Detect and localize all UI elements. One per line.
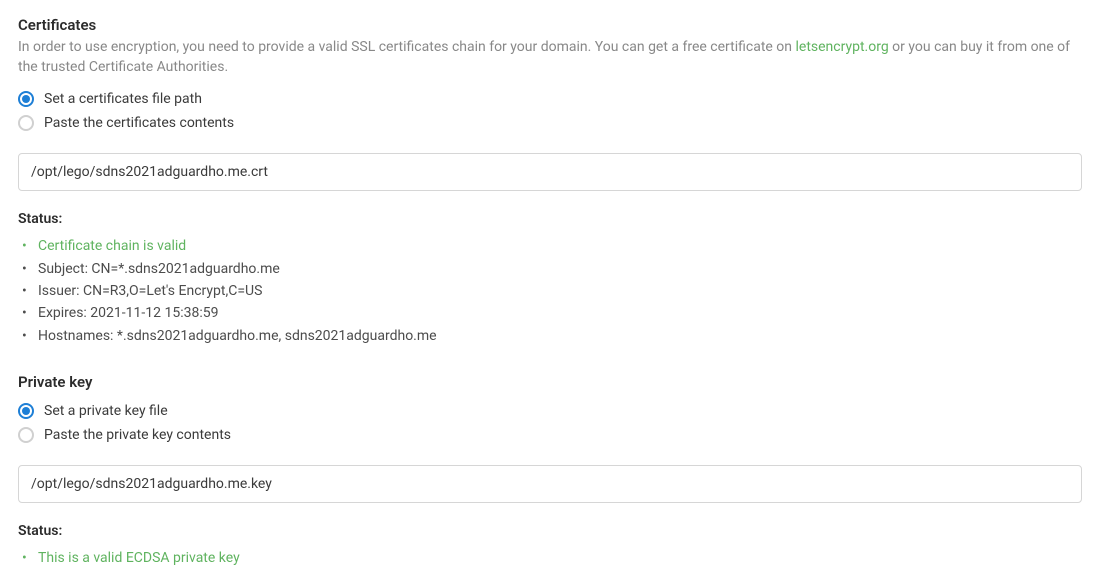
cert-radio-file-label: Set a certificates file path [44,91,202,107]
radio-icon [18,403,34,419]
certificates-description: In order to use encryption, you need to … [18,38,1082,77]
cert-status-label: Status: [18,211,1082,227]
key-radio-file-label: Set a private key file [44,403,168,419]
key-status-label: Status: [18,523,1082,539]
radio-icon [18,91,34,107]
cert-status-expires: Expires: 2021-11-12 15:38:59 [18,302,1082,324]
cert-status-issuer: Issuer: CN=R3,O=Let's Encrypt,C=US [18,280,1082,302]
private-key-section: Private key Set a private key file Paste… [18,373,1082,569]
key-status-list: This is a valid ECDSA private key [18,547,1082,569]
private-key-title: Private key [18,373,1082,391]
certificates-desc-before: In order to use encryption, you need to … [18,39,796,55]
radio-icon [18,427,34,443]
cert-file-path-input[interactable] [18,153,1082,191]
cert-radio-paste[interactable]: Paste the certificates contents [18,115,1082,131]
key-radio-paste-label: Paste the private key contents [44,427,231,443]
cert-status-hostnames: Hostnames: *.sdns2021adguardho.me, sdns2… [18,325,1082,347]
key-radio-paste[interactable]: Paste the private key contents [18,427,1082,443]
cert-status-subject: Subject: CN=*.sdns2021adguardho.me [18,258,1082,280]
cert-status-valid: Certificate chain is valid [18,235,1082,257]
radio-icon [18,115,34,131]
key-radio-file[interactable]: Set a private key file [18,403,1082,419]
certificates-title: Certificates [18,16,1082,34]
cert-radio-file-path[interactable]: Set a certificates file path [18,91,1082,107]
letsencrypt-link[interactable]: letsencrypt.org [796,39,889,55]
certificates-section: Certificates In order to use encryption,… [18,16,1082,347]
cert-radio-paste-label: Paste the certificates contents [44,115,234,131]
cert-status-list: Certificate chain is valid Subject: CN=*… [18,235,1082,347]
key-status-valid: This is a valid ECDSA private key [18,547,1082,569]
key-file-path-input[interactable] [18,465,1082,503]
